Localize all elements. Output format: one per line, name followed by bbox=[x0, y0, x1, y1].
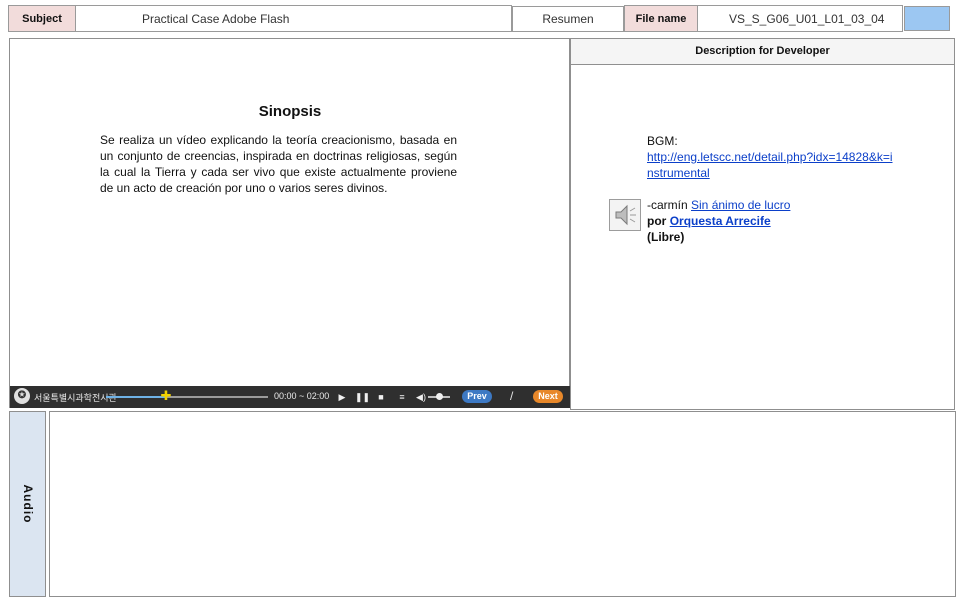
volume-knob[interactable] bbox=[436, 393, 443, 400]
player-time: 00:00 ~ 02:00 bbox=[274, 391, 330, 401]
track-prefix: -carmín bbox=[647, 198, 688, 212]
content-panel: Sinopsis Se realiza un vídeo explicando … bbox=[9, 38, 570, 408]
developer-heading: Description for Developer bbox=[571, 39, 954, 65]
subject-value: Practical Case Adobe Flash bbox=[142, 11, 290, 26]
stop-icon[interactable]: ■ bbox=[375, 390, 387, 404]
file-accent-swatch bbox=[904, 6, 950, 31]
by-label: por bbox=[647, 214, 667, 228]
audio-label: Audio bbox=[20, 484, 35, 524]
section-tab-label: Resumen bbox=[542, 12, 594, 26]
synopsis-title: Sinopsis bbox=[258, 103, 322, 120]
file-name-label-cell: File name bbox=[624, 5, 698, 32]
license-text: (Libre) bbox=[647, 230, 685, 244]
bgm-url-link[interactable]: http://eng.letscc.net/detail.php?idx=148… bbox=[647, 150, 893, 180]
nav-separator: / bbox=[510, 389, 514, 403]
bgm-label: BGM: bbox=[647, 134, 678, 148]
subject-value-cell: Practical Case Adobe Flash bbox=[75, 5, 512, 32]
artist-link[interactable]: Orquesta Arrecife bbox=[670, 214, 771, 228]
speaker-icon[interactable] bbox=[609, 199, 641, 231]
media-player-bar: ✪ 서울특별시과학전시관 ✚ 00:00 ~ 02:00 ▶ ❚❚ ■ ≡ ◀)… bbox=[10, 386, 570, 408]
subject-label-cell: Subject bbox=[8, 5, 76, 32]
file-name-value-cell: VS_S_G06_U01_L01_03_04 bbox=[697, 5, 903, 32]
logo-icon: ✪ bbox=[14, 388, 30, 404]
seek-knob-icon[interactable]: ✚ bbox=[160, 389, 172, 402]
audio-content-area[interactable] bbox=[49, 411, 956, 597]
synopsis-body: Se realiza un vídeo explicando la teoría… bbox=[100, 133, 457, 195]
developer-notes: BGM: http://eng.letscc.net/detail.php?id… bbox=[647, 133, 897, 245]
player-org-name: 서울특별시과학전시관 bbox=[34, 393, 117, 403]
section-tab[interactable]: Resumen bbox=[512, 6, 624, 32]
pause-icon[interactable]: ❚❚ bbox=[355, 390, 370, 404]
prev-button[interactable]: Prev bbox=[462, 390, 492, 403]
developer-panel: Description for Developer BGM: http://en… bbox=[570, 38, 955, 410]
volume-icon[interactable]: ◀) bbox=[415, 390, 427, 404]
menu-icon[interactable]: ≡ bbox=[396, 390, 408, 404]
seek-fill bbox=[106, 396, 166, 398]
file-name-value: VS_S_G06_U01_L01_03_04 bbox=[729, 11, 885, 26]
subject-label: Subject bbox=[22, 12, 62, 25]
file-name-label: File name bbox=[635, 12, 687, 25]
track-link[interactable]: Sin ánimo de lucro bbox=[691, 198, 790, 212]
play-icon[interactable]: ▶ bbox=[336, 390, 348, 404]
audio-label-cell: Audio bbox=[9, 411, 46, 597]
next-button[interactable]: Next bbox=[533, 390, 563, 403]
